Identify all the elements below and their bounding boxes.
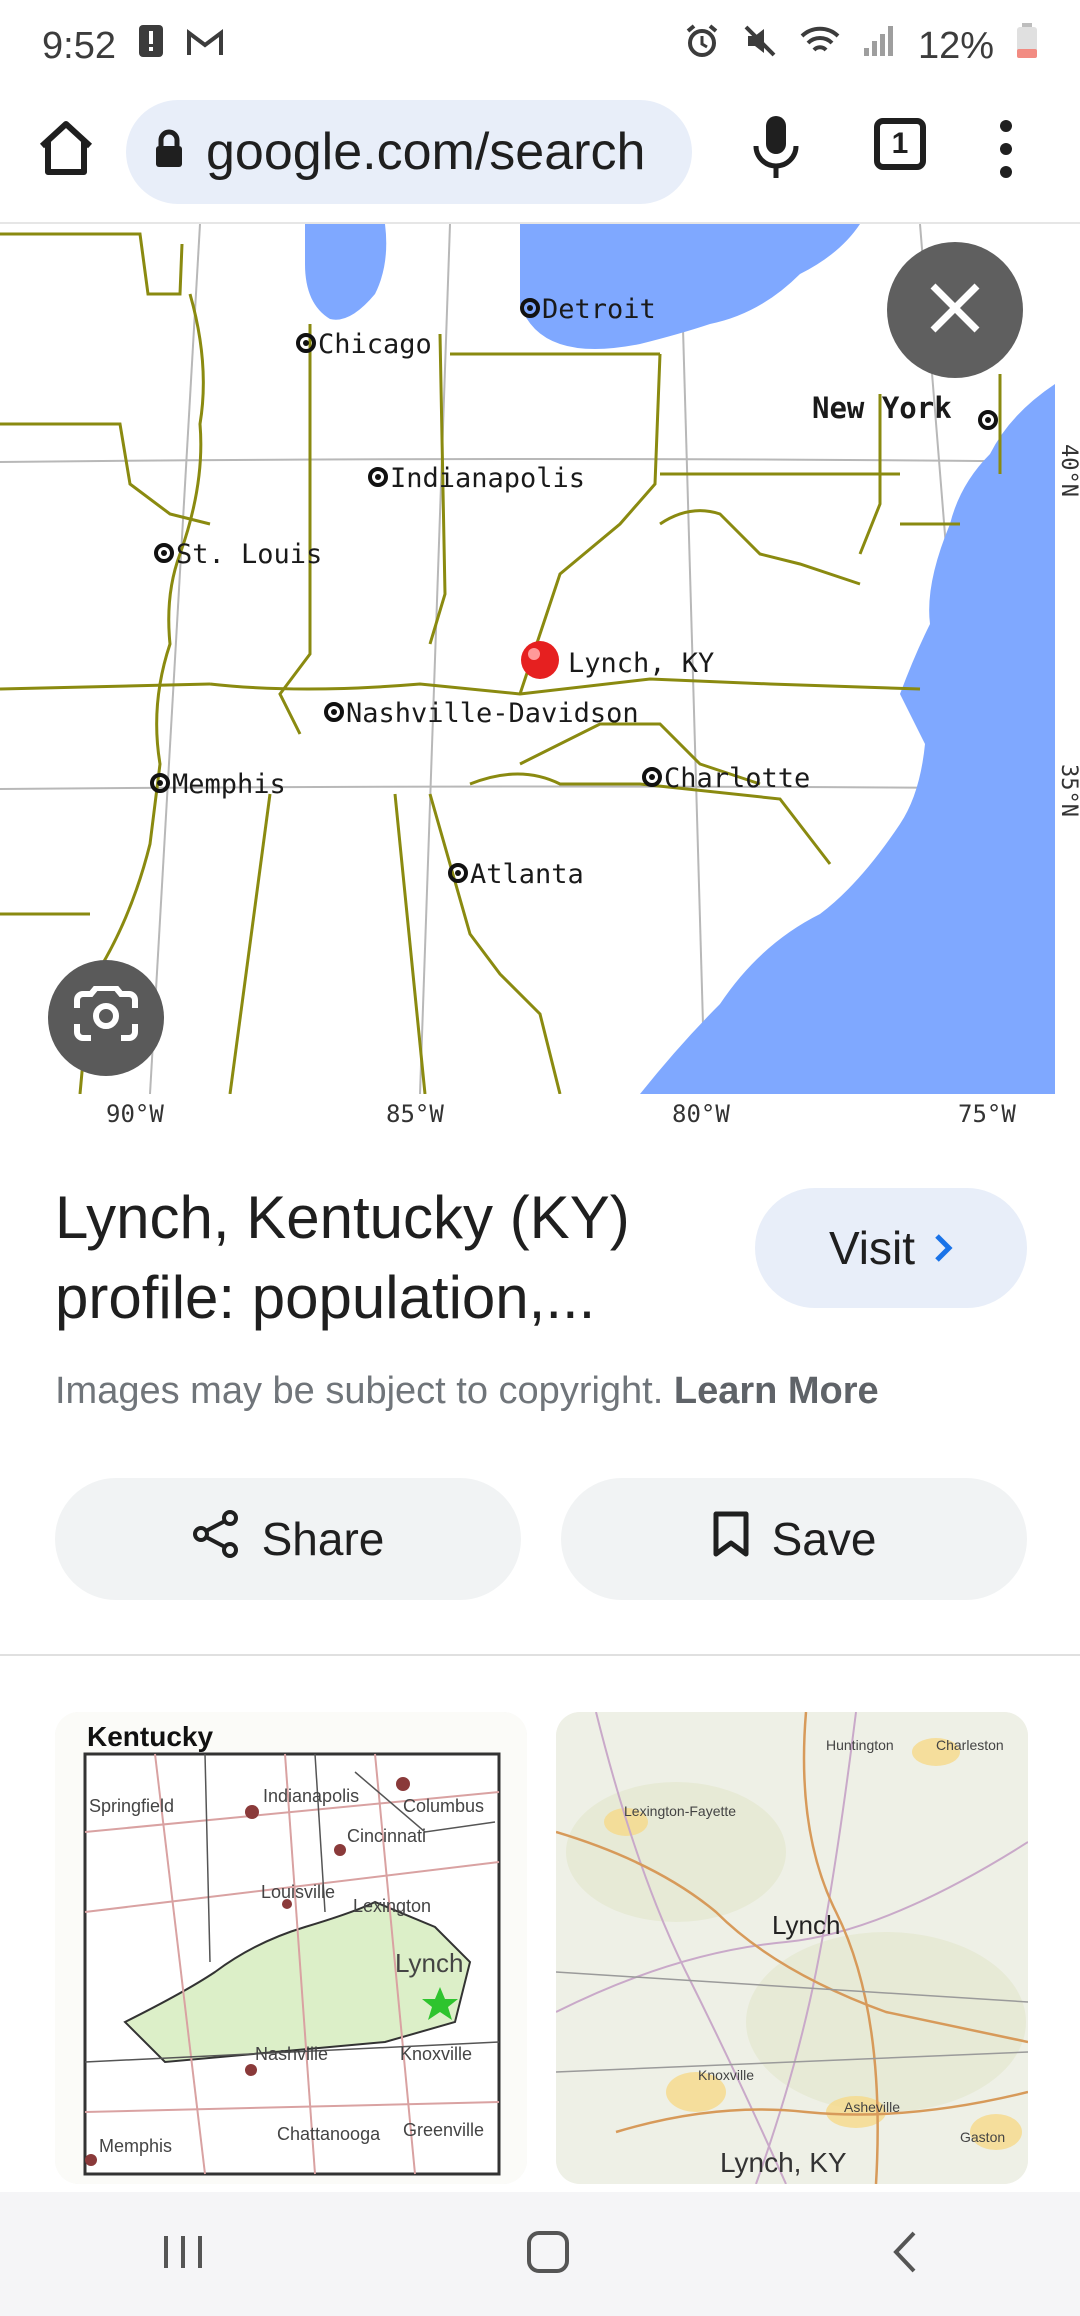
battery-text: 12% <box>917 24 994 67</box>
lon-label-85: 85°W <box>386 1100 444 1124</box>
thumb1-label-cincinnati: Cincinnati <box>347 1826 426 1846</box>
thumb1-label-louisville: Louisville <box>261 1882 335 1902</box>
learn-more-link[interactable]: Learn More <box>674 1370 879 1412</box>
thumb1-label-chattanooga: Chattanooga <box>277 2124 381 2144</box>
map-label-nashville: Nashville-Davidson <box>346 698 639 729</box>
thumb2-label-gaston: Gaston <box>960 2129 1005 2145</box>
system-navigation-bar <box>0 2192 1080 2316</box>
map-label-detroit: Detroit <box>542 294 656 325</box>
lon-label-90: 90°W <box>106 1100 164 1124</box>
map-label-lynch: Lynch, KY <box>568 648 714 679</box>
thumb1-title: Kentucky <box>87 1721 213 1752</box>
map-label-indianapolis: Indianapolis <box>390 463 585 494</box>
result-title[interactable]: Lynch, Kentucky (KY) profile: population… <box>55 1178 695 1338</box>
thumb2-label-lexington-fayette: Lexington-Fayette <box>624 1803 736 1819</box>
section-divider <box>0 1654 1080 1656</box>
thumb2-label-asheville: Asheville <box>844 2099 900 2115</box>
related-image-lynch-area-map[interactable]: Huntington Charleston Lexington-Fayette … <box>556 1712 1028 2184</box>
related-image-kentucky-map[interactable]: Kentucky Springfield Indianapolis Columb… <box>55 1712 527 2184</box>
thumb1-label-indianapolis: Indianapolis <box>263 1786 359 1806</box>
recent-apps-icon[interactable] <box>160 2232 206 2277</box>
copyright-notice: Images may be subject to copyright. Lear… <box>55 1370 879 1413</box>
lock-icon <box>154 122 184 182</box>
map-label-st-louis: St. Louis <box>176 539 322 570</box>
map-label-new-york: New York <box>812 391 952 425</box>
bookmark-icon <box>712 1510 750 1569</box>
status-time: 9:52 <box>42 24 116 67</box>
browser-toolbar: google.com/search 1 <box>0 92 1080 224</box>
tab-count: 1 <box>891 127 909 160</box>
share-label: Share <box>261 1513 385 1565</box>
gmail-icon <box>186 25 224 68</box>
battery-icon <box>1016 23 1038 69</box>
map-label-chicago: Chicago <box>318 329 432 360</box>
thumb1-label-greenville: Greenville <box>403 2120 484 2140</box>
signal-icon <box>862 24 896 68</box>
thumb2-label-charleston: Charleston <box>936 1737 1004 1753</box>
share-button[interactable]: Share <box>55 1478 521 1600</box>
share-icon <box>192 1509 240 1570</box>
thumb1-label-columbus: Columbus <box>403 1796 484 1816</box>
thumb2-caption: Lynch, KY <box>720 2147 847 2178</box>
save-label: Save <box>771 1513 877 1565</box>
close-icon <box>927 280 983 341</box>
alarm-icon <box>684 23 720 69</box>
save-button[interactable]: Save <box>561 1478 1027 1600</box>
address-bar[interactable]: google.com/search <box>126 100 692 204</box>
url-text: google.com/search <box>206 123 646 181</box>
home-icon[interactable] <box>34 116 98 180</box>
home-nav-icon[interactable] <box>525 2229 571 2280</box>
thumb1-label-lexington: Lexington <box>353 1896 431 1916</box>
back-icon[interactable] <box>890 2229 920 2280</box>
tab-switcher-button[interactable]: 1 <box>874 118 926 170</box>
close-button[interactable] <box>887 242 1023 378</box>
alert-icon <box>138 24 164 68</box>
visit-label: Visit <box>828 1222 916 1274</box>
wifi-icon <box>800 24 840 68</box>
google-lens-button[interactable] <box>48 960 164 1076</box>
thumb1-label-memphis: Memphis <box>99 2136 172 2156</box>
microphone-icon[interactable] <box>748 112 804 184</box>
lens-camera-icon <box>73 984 139 1051</box>
status-bar: 9:52 12% <box>0 0 1080 92</box>
thumb2-label-knoxville: Knoxville <box>698 2067 754 2083</box>
lon-label-75: 75°W <box>958 1100 1016 1124</box>
thumb1-label-springfield: Springfield <box>89 1796 174 1816</box>
thumb1-label-lynch: Lynch <box>395 1948 463 1978</box>
thumb2-label-lynch: Lynch <box>772 1910 840 1940</box>
lat-label-35: 35°N <box>1056 764 1080 817</box>
thumb1-label-nashville: Nashville <box>255 2044 328 2064</box>
thumb2-label-huntington: Huntington <box>826 1737 894 1753</box>
more-options-icon[interactable] <box>984 114 1028 184</box>
mute-icon <box>742 23 778 69</box>
lon-label-80: 80°W <box>672 1100 730 1124</box>
copyright-text: Images may be subject to copyright. <box>55 1370 664 1412</box>
lynch-marker <box>521 641 559 679</box>
lat-label-40: 40°N <box>1056 444 1080 497</box>
map-label-memphis: Memphis <box>172 769 286 800</box>
thumb1-label-knoxville: Knoxville <box>400 2044 472 2064</box>
chevron-right-icon <box>933 1221 953 1275</box>
visit-button[interactable]: Visit <box>755 1188 1027 1308</box>
map-label-atlanta: Atlanta <box>470 859 584 890</box>
map-label-charlotte: Charlotte <box>664 763 810 794</box>
